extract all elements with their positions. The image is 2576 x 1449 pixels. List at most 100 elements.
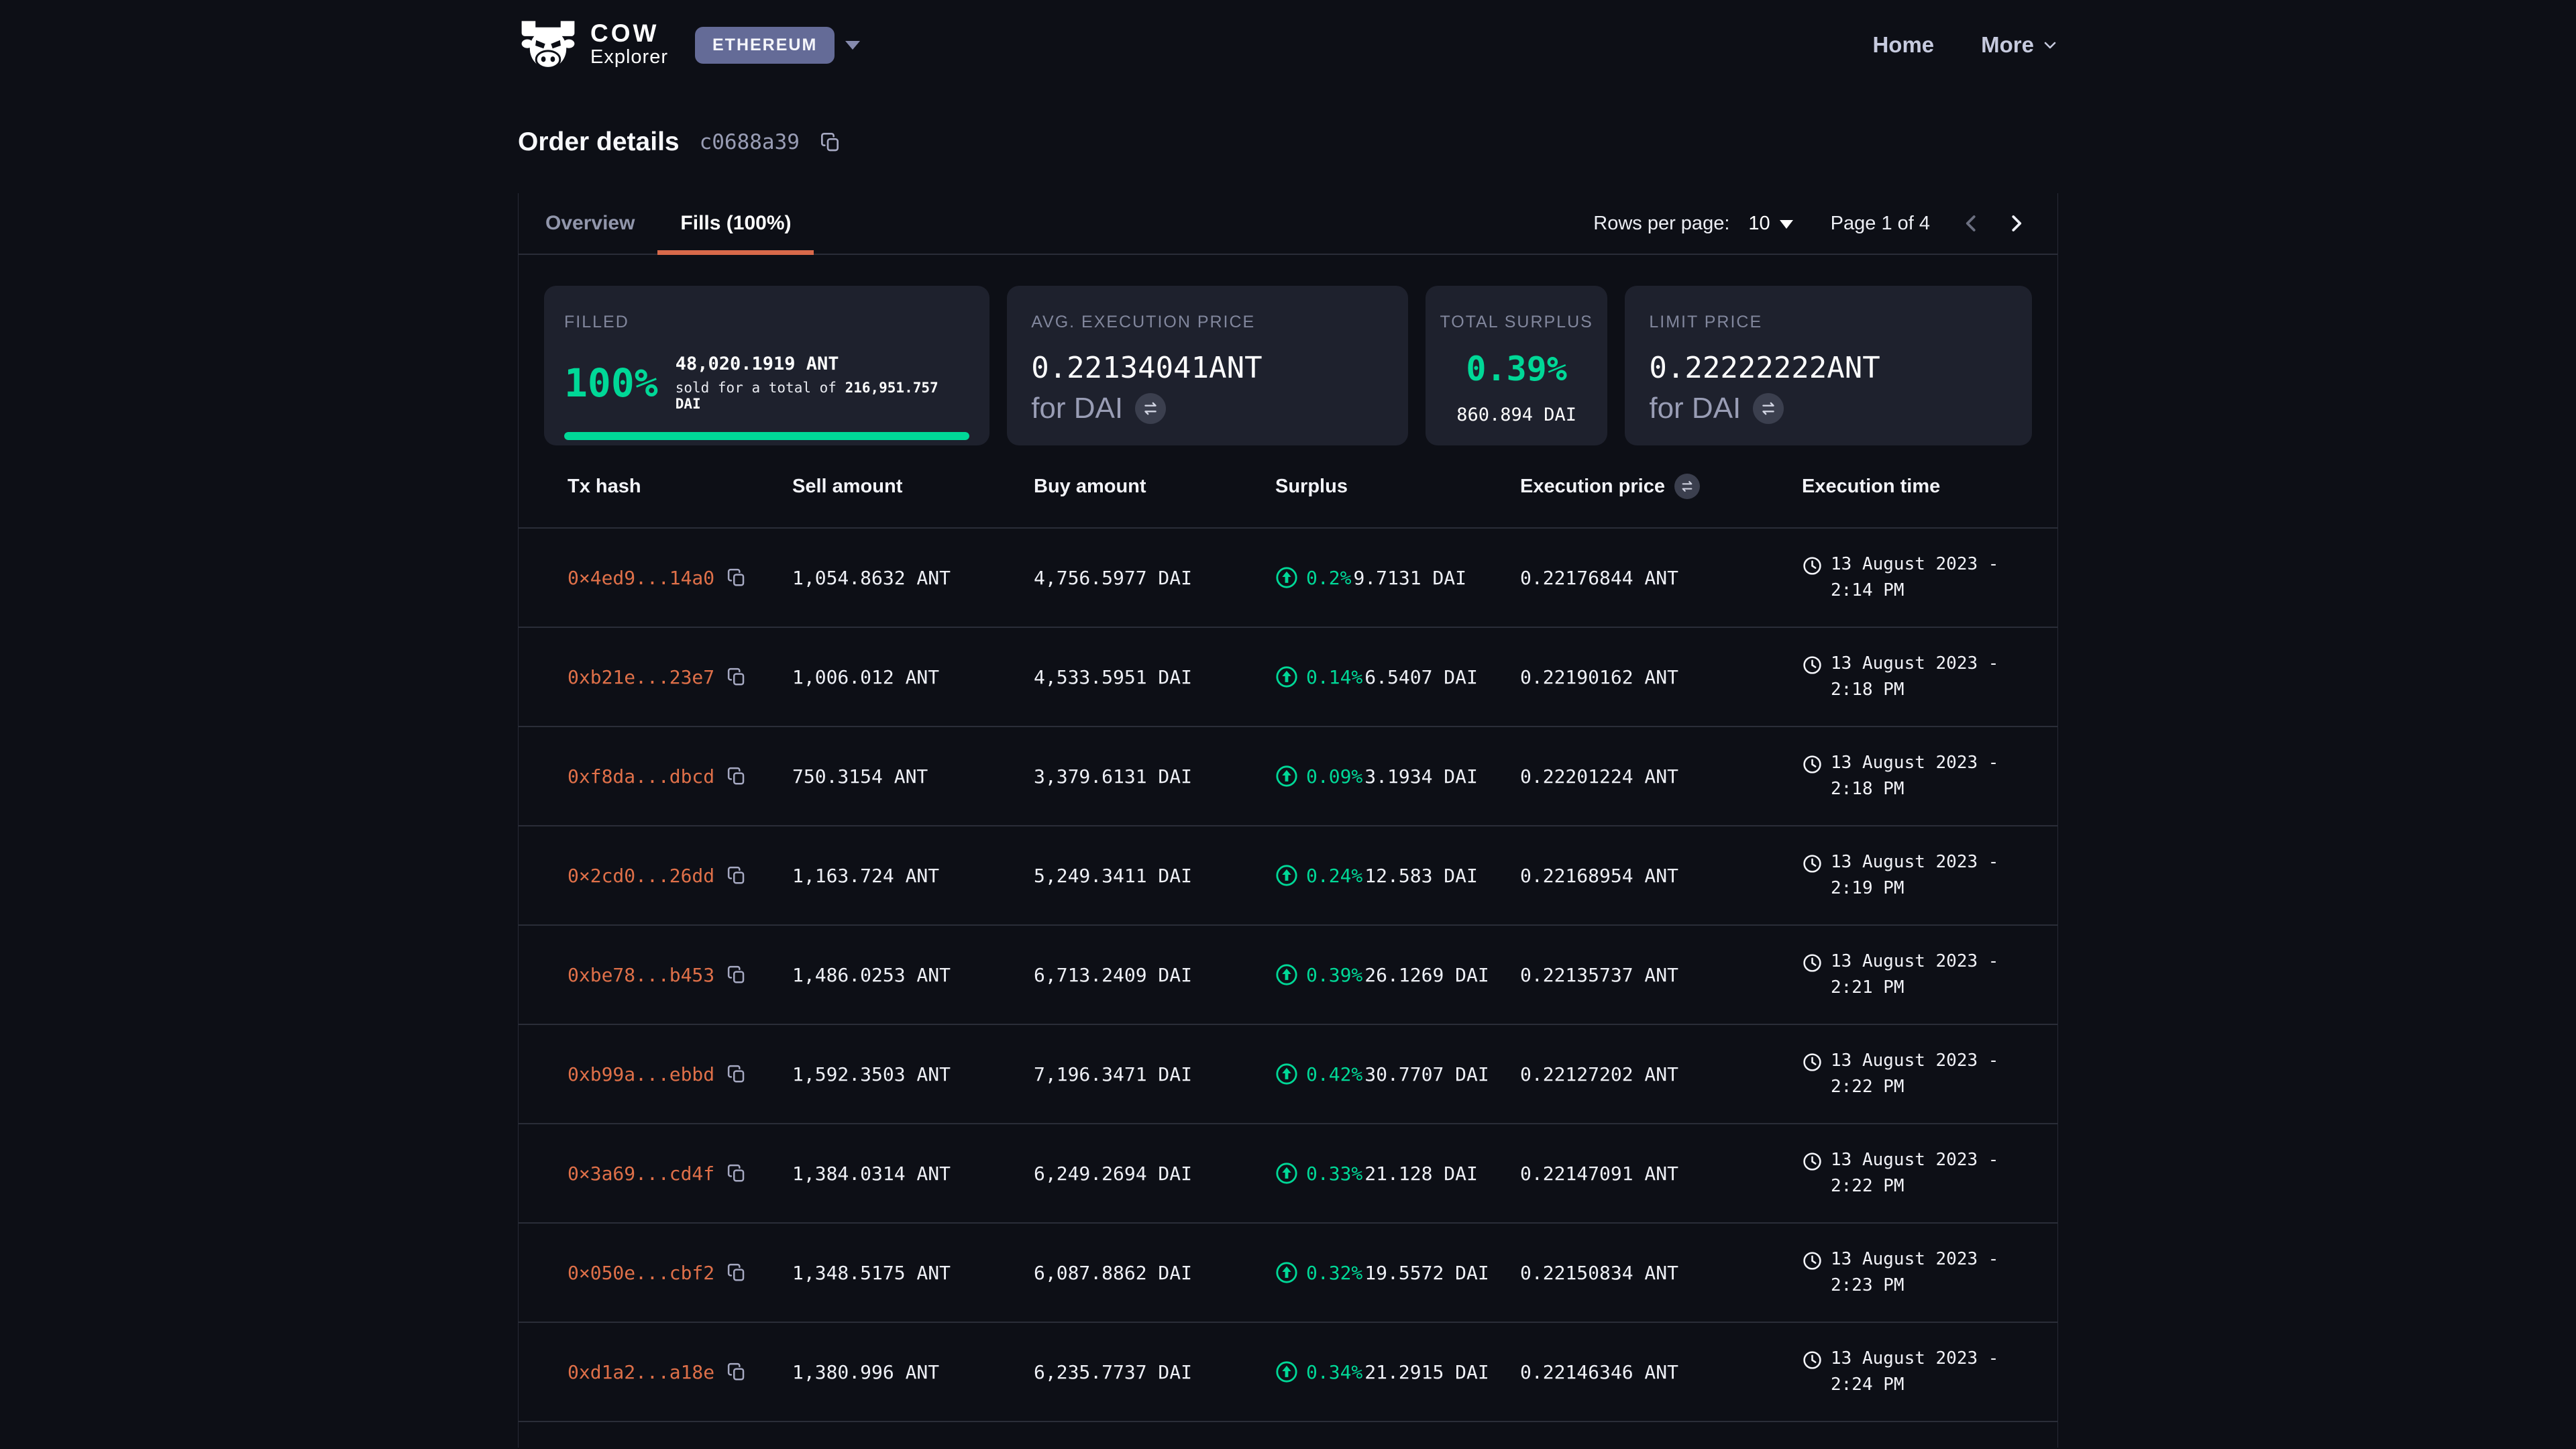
caret-down-icon: [1780, 220, 1793, 235]
buy-amount-cell: 6,713.2409 DAI: [1034, 964, 1275, 986]
tx-hash-link[interactable]: 0×050e...cbf2: [568, 1262, 714, 1284]
copy-tx-hash-button[interactable]: [727, 865, 747, 885]
execution-price-cell: 0.22176844 ANT: [1520, 567, 1802, 589]
arrow-up-circle-icon: [1275, 566, 1298, 589]
copy-tx-hash-button[interactable]: [727, 1163, 747, 1183]
copy-tx-hash-button[interactable]: [727, 1064, 747, 1084]
copy-tx-hash-button[interactable]: [727, 766, 747, 786]
surplus-percent: 0.2%: [1306, 567, 1351, 589]
sell-amount-cell: 1,163.724 ANT: [792, 865, 1034, 887]
surplus-percent: 0.39%: [1306, 964, 1362, 986]
table-row: 0×2cd0...26dd1,163.724 ANT5,249.3411 DAI…: [519, 826, 2057, 926]
table-row: 0xf8da...dbcd750.3154 ANT3,379.6131 DAI0…: [519, 727, 2057, 826]
execution-price-cell: 0.22150834 ANT: [1520, 1262, 1802, 1284]
caret-down-icon: [845, 41, 860, 57]
copy-order-hash-button[interactable]: [820, 131, 841, 153]
surplus-up-icon: [1275, 566, 1298, 589]
surplus-cell: 0.34%21.2915 DAI: [1275, 1360, 1520, 1383]
execution-time-cell: 13 August 2023 - 2:19 PM: [1802, 849, 2032, 902]
surplus-amount: 30.7707 DAI: [1364, 1063, 1489, 1085]
buy-amount-cell: 7,196.3471 DAI: [1034, 1063, 1275, 1085]
network-selector[interactable]: ETHEREUM: [695, 27, 860, 64]
copy-tx-hash-button[interactable]: [727, 1362, 747, 1382]
limit-price-card: LIMIT PRICE 0.22222222ANT for DAI: [1625, 286, 2032, 445]
limit-price-value: 0.22222222ANT: [1649, 351, 2008, 385]
rows-per-page-select[interactable]: 10: [1748, 212, 1792, 235]
clock-icon: [1802, 953, 1823, 973]
tab-overview[interactable]: Overview: [523, 193, 657, 254]
surplus-amount: 3.1934 DAI: [1364, 765, 1478, 788]
tx-hash-link[interactable]: 0xbe78...b453: [568, 964, 714, 986]
execution-price-invert-button[interactable]: [1674, 474, 1700, 499]
table-row: 0×3a69...cd4f1,384.0314 ANT6,249.2694 DA…: [519, 1124, 2057, 1224]
previous-page-button[interactable]: [1957, 209, 1986, 238]
nav-item-more[interactable]: More: [1981, 32, 2058, 58]
order-hash: c0688a39: [700, 130, 800, 154]
sold-prefix: sold for a total of: [676, 380, 837, 396]
execution-time-text: 13 August 2023 - 2:24 PM: [1831, 1346, 2032, 1398]
pagination: Rows per page: 10 Page 1 of 4: [1593, 209, 2031, 238]
table-row: 0xbe78...b4531,486.0253 ANT6,713.2409 DA…: [519, 926, 2057, 1025]
column-label: Execution time: [1802, 476, 1940, 498]
execution-price-cell: 0.22146346 ANT: [1520, 1361, 1802, 1383]
clock-icon: [1802, 1250, 1823, 1271]
avg-price-invert-button[interactable]: [1135, 393, 1166, 424]
clock-icon: [1802, 555, 1823, 576]
column-label: Buy amount: [1034, 476, 1146, 498]
fill-progress-track: [564, 432, 969, 440]
clock-icon: [1802, 754, 1823, 775]
surplus-percent: 0.14%: [1306, 666, 1362, 688]
buy-amount-cell: 6,235.7737 DAI: [1034, 1361, 1275, 1383]
copy-tx-hash-button[interactable]: [727, 667, 747, 687]
execution-time-cell: 13 August 2023 - 2:18 PM: [1802, 750, 2032, 802]
cow-explorer-logo[interactable]: COW Explorer: [518, 19, 668, 70]
arrow-up-circle-icon: [1275, 864, 1298, 887]
limit-price-invert-button[interactable]: [1753, 393, 1784, 424]
execution-time-cell: 13 August 2023 - 2:22 PM: [1802, 1048, 2032, 1100]
tx-hash-link[interactable]: 0xd1a2...a18e: [568, 1361, 714, 1383]
surplus-cell: 0.14%6.5407 DAI: [1275, 665, 1520, 688]
table-header-row: Tx hashSell amountBuy amountSurplusExecu…: [519, 445, 2057, 529]
tx-hash-link[interactable]: 0×4ed9...14a0: [568, 567, 714, 589]
tx-hash-link[interactable]: 0×3a69...cd4f: [568, 1163, 714, 1185]
total-surplus-amount: 860.894 DAI: [1435, 405, 1598, 425]
tx-hash-link[interactable]: 0xf8da...dbcd: [568, 765, 714, 788]
surplus-amount: 9.7131 DAI: [1353, 567, 1466, 589]
tx-hash-link[interactable]: 0xb99a...ebbd: [568, 1063, 714, 1085]
surplus-amount: 12.583 DAI: [1364, 865, 1478, 887]
page-indicator: Page 1 of 4: [1831, 213, 1930, 235]
execution-time-cell: 13 August 2023 - 2:14 PM: [1802, 551, 2032, 604]
surplus-up-icon: [1275, 665, 1298, 688]
surplus-percent: 0.42%: [1306, 1063, 1362, 1085]
tx-hash-link[interactable]: 0×2cd0...26dd: [568, 865, 714, 887]
nav-item-home[interactable]: Home: [1872, 32, 1934, 58]
filled-percent: 100%: [564, 360, 658, 406]
tab-fills[interactable]: Fills (100%): [657, 193, 814, 254]
clock-icon: [1802, 853, 1823, 874]
copy-tx-hash-button[interactable]: [727, 1263, 747, 1283]
total-surplus-card: TOTAL SURPLUS 0.39% 860.894 DAI: [1426, 286, 1607, 445]
copy-icon: [727, 1064, 747, 1084]
surplus-cell: 0.33%21.128 DAI: [1275, 1162, 1520, 1185]
surplus-up-icon: [1275, 1261, 1298, 1284]
surplus-cell: 0.2%9.7131 DAI: [1275, 566, 1520, 589]
buy-amount-cell: 6,087.8862 DAI: [1034, 1262, 1275, 1284]
clock-icon: [1802, 953, 1823, 973]
tx-hash-link[interactable]: 0xb21e...23e7: [568, 666, 714, 688]
copy-tx-hash-button[interactable]: [727, 965, 747, 985]
column-label: Sell amount: [792, 476, 902, 498]
nav-more-label: More: [1981, 32, 2034, 58]
sell-amount-cell: 1,380.996 ANT: [792, 1361, 1034, 1383]
next-page-button[interactable]: [2001, 209, 2031, 238]
arrow-up-circle-icon: [1275, 1063, 1298, 1085]
copy-icon: [727, 766, 747, 786]
copy-tx-hash-button[interactable]: [727, 568, 747, 588]
filled-card: FILLED 100% 48,020.1919 ANT sold for a t…: [544, 286, 989, 445]
surplus-amount: 21.128 DAI: [1364, 1163, 1478, 1185]
execution-time-text: 13 August 2023 - 2:23 PM: [1831, 1246, 2032, 1299]
copy-icon: [820, 131, 841, 153]
surplus-amount: 6.5407 DAI: [1364, 666, 1478, 688]
surplus-cell: 0.39%26.1269 DAI: [1275, 963, 1520, 986]
surplus-amount: 19.5572 DAI: [1364, 1262, 1489, 1284]
avg-price-value: 0.22134041ANT: [1031, 351, 1384, 385]
